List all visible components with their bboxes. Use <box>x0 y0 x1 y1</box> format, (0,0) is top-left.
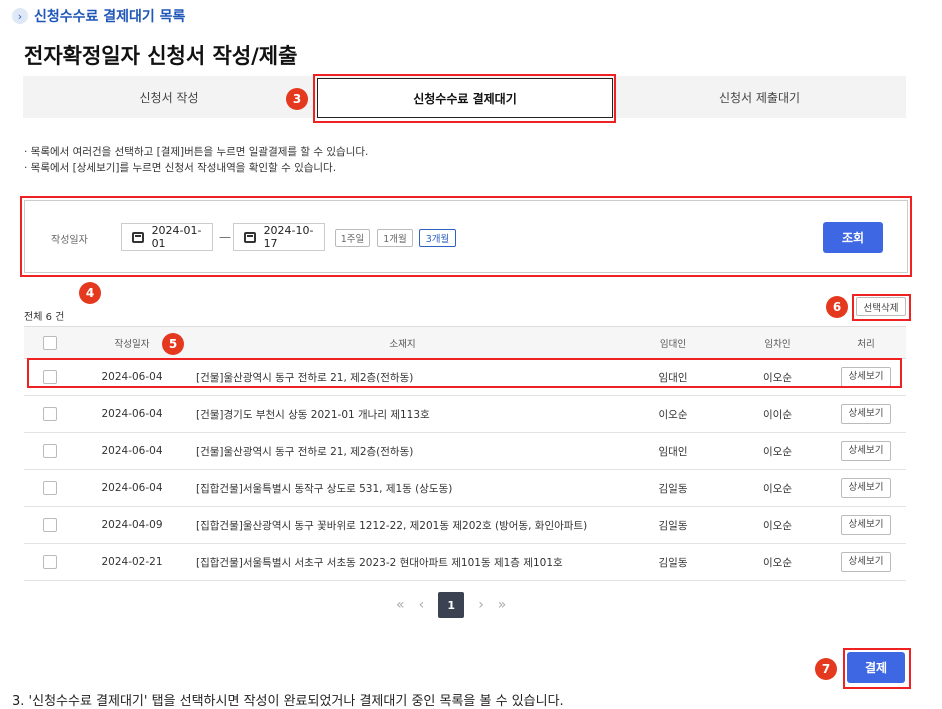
highlight-box-row <box>27 358 902 388</box>
highlight-box-delete <box>852 294 911 321</box>
row-tenant: 이이순 <box>729 395 826 433</box>
note-line: · 목록에서 여러건을 선택하고 [결제]버튼을 누르면 일괄결제를 할 수 있… <box>24 146 369 158</box>
first-page-icon[interactable]: « <box>396 597 405 613</box>
page-title: 전자확정일자 신청서 작성/제출 <box>24 44 298 68</box>
page-number-current[interactable]: 1 <box>438 592 465 618</box>
row-landlord: 김일동 <box>617 543 729 581</box>
row-address: [집합건물]울산광역시 동구 꽃바위로 1212-22, 제201동 제202호… <box>188 506 617 544</box>
annotation-badge-5: 5 <box>162 333 184 355</box>
view-detail-button[interactable]: 상세보기 <box>841 441 891 461</box>
row-checkbox[interactable] <box>43 518 57 532</box>
note-line: · 목록에서 [상세보기]를 누르면 신청서 작성내역을 확인할 수 있습니다. <box>24 162 337 174</box>
row-landlord: 이오순 <box>617 395 729 433</box>
row-tenant: 이오순 <box>729 543 826 581</box>
view-detail-button[interactable]: 상세보기 <box>841 404 891 424</box>
row-date: 2024-04-09 <box>76 506 188 544</box>
select-all-checkbox[interactable] <box>43 335 57 350</box>
chevron-right-icon: › <box>12 8 28 24</box>
highlight-box-filter <box>20 196 912 277</box>
table-row: 2024-06-04 [집합건물]서울특별시 동작구 상도로 531, 제1동 … <box>24 469 906 507</box>
row-address: [건물]울산광역시 동구 전하로 21, 제2층(전하동) <box>188 432 617 470</box>
row-checkbox[interactable] <box>43 407 57 421</box>
row-landlord: 김일동 <box>617 506 729 544</box>
view-detail-button[interactable]: 상세보기 <box>841 552 891 572</box>
row-landlord: 임대인 <box>617 432 729 470</box>
prev-page-icon[interactable]: ‹ <box>419 597 425 613</box>
pagination: « ‹ 1 › » <box>396 592 506 618</box>
next-page-icon[interactable]: › <box>478 597 484 613</box>
row-tenant: 이오순 <box>729 432 826 470</box>
table-row: 2024-06-04 [건물]울산광역시 동구 전하로 21, 제2층(전하동)… <box>24 432 906 470</box>
breadcrumb: › 신청수수료 결제대기 목록 <box>12 6 185 26</box>
row-tenant: 이오순 <box>729 469 826 507</box>
row-checkbox[interactable] <box>43 444 57 458</box>
row-landlord: 김일동 <box>617 469 729 507</box>
last-page-icon[interactable]: » <box>498 597 507 613</box>
row-address: [건물]경기도 부천시 상동 2021-01 개나리 제113호 <box>188 395 617 433</box>
row-address: [집합건물]서울특별시 서초구 서초동 2023-2 현대아파트 제101동 제… <box>188 543 617 581</box>
annotation-badge-4: 4 <box>79 282 101 304</box>
row-date: 2024-06-04 <box>76 432 188 470</box>
total-count: 전체 6 건 <box>24 312 65 323</box>
breadcrumb-text: 신청수수료 결제대기 목록 <box>34 9 186 25</box>
column-header-action: 처리 <box>826 326 906 359</box>
table-row: 2024-04-09 [집합건물]울산광역시 동구 꽃바위로 1212-22, … <box>24 506 906 544</box>
table-row: 2024-02-21 [집합건물]서울특별시 서초구 서초동 2023-2 현대… <box>24 543 906 581</box>
tab-submission-pending[interactable]: 신청서 제출대기 <box>613 76 906 118</box>
table-row: 2024-06-04 [건물]경기도 부천시 상동 2021-01 개나리 제1… <box>24 395 906 433</box>
bottom-caption: 3. '신청수수료 결제대기' 탭을 선택하시면 작성이 완료되었거나 결제대기… <box>12 694 564 709</box>
row-date: 2024-06-04 <box>76 395 188 433</box>
row-address: [집합건물]서울특별시 동작구 상도로 531, 제1동 (상도동) <box>188 469 617 507</box>
highlight-box-tab <box>313 74 616 123</box>
instruction-notes: · 목록에서 여러건을 선택하고 [결제]버튼을 누르면 일괄결제를 할 수 있… <box>24 144 368 176</box>
table-header-row: 작성일자 소재지 임대인 임차인 처리 <box>24 326 906 359</box>
view-detail-button[interactable]: 상세보기 <box>841 515 891 535</box>
row-date: 2024-06-04 <box>76 469 188 507</box>
row-checkbox[interactable] <box>43 481 57 495</box>
annotation-badge-3: 3 <box>286 88 308 110</box>
column-header-landlord: 임대인 <box>617 326 729 359</box>
column-header-address: 소재지 <box>188 326 617 359</box>
annotation-badge-7: 7 <box>815 658 837 680</box>
row-date: 2024-02-21 <box>76 543 188 581</box>
annotation-badge-6: 6 <box>826 296 848 318</box>
tab-application-write[interactable]: 신청서 작성 <box>23 76 315 118</box>
row-tenant: 이오순 <box>729 506 826 544</box>
row-checkbox[interactable] <box>43 555 57 569</box>
highlight-box-pay <box>843 648 911 689</box>
view-detail-button[interactable]: 상세보기 <box>841 478 891 498</box>
column-header-tenant: 임차인 <box>729 326 826 359</box>
